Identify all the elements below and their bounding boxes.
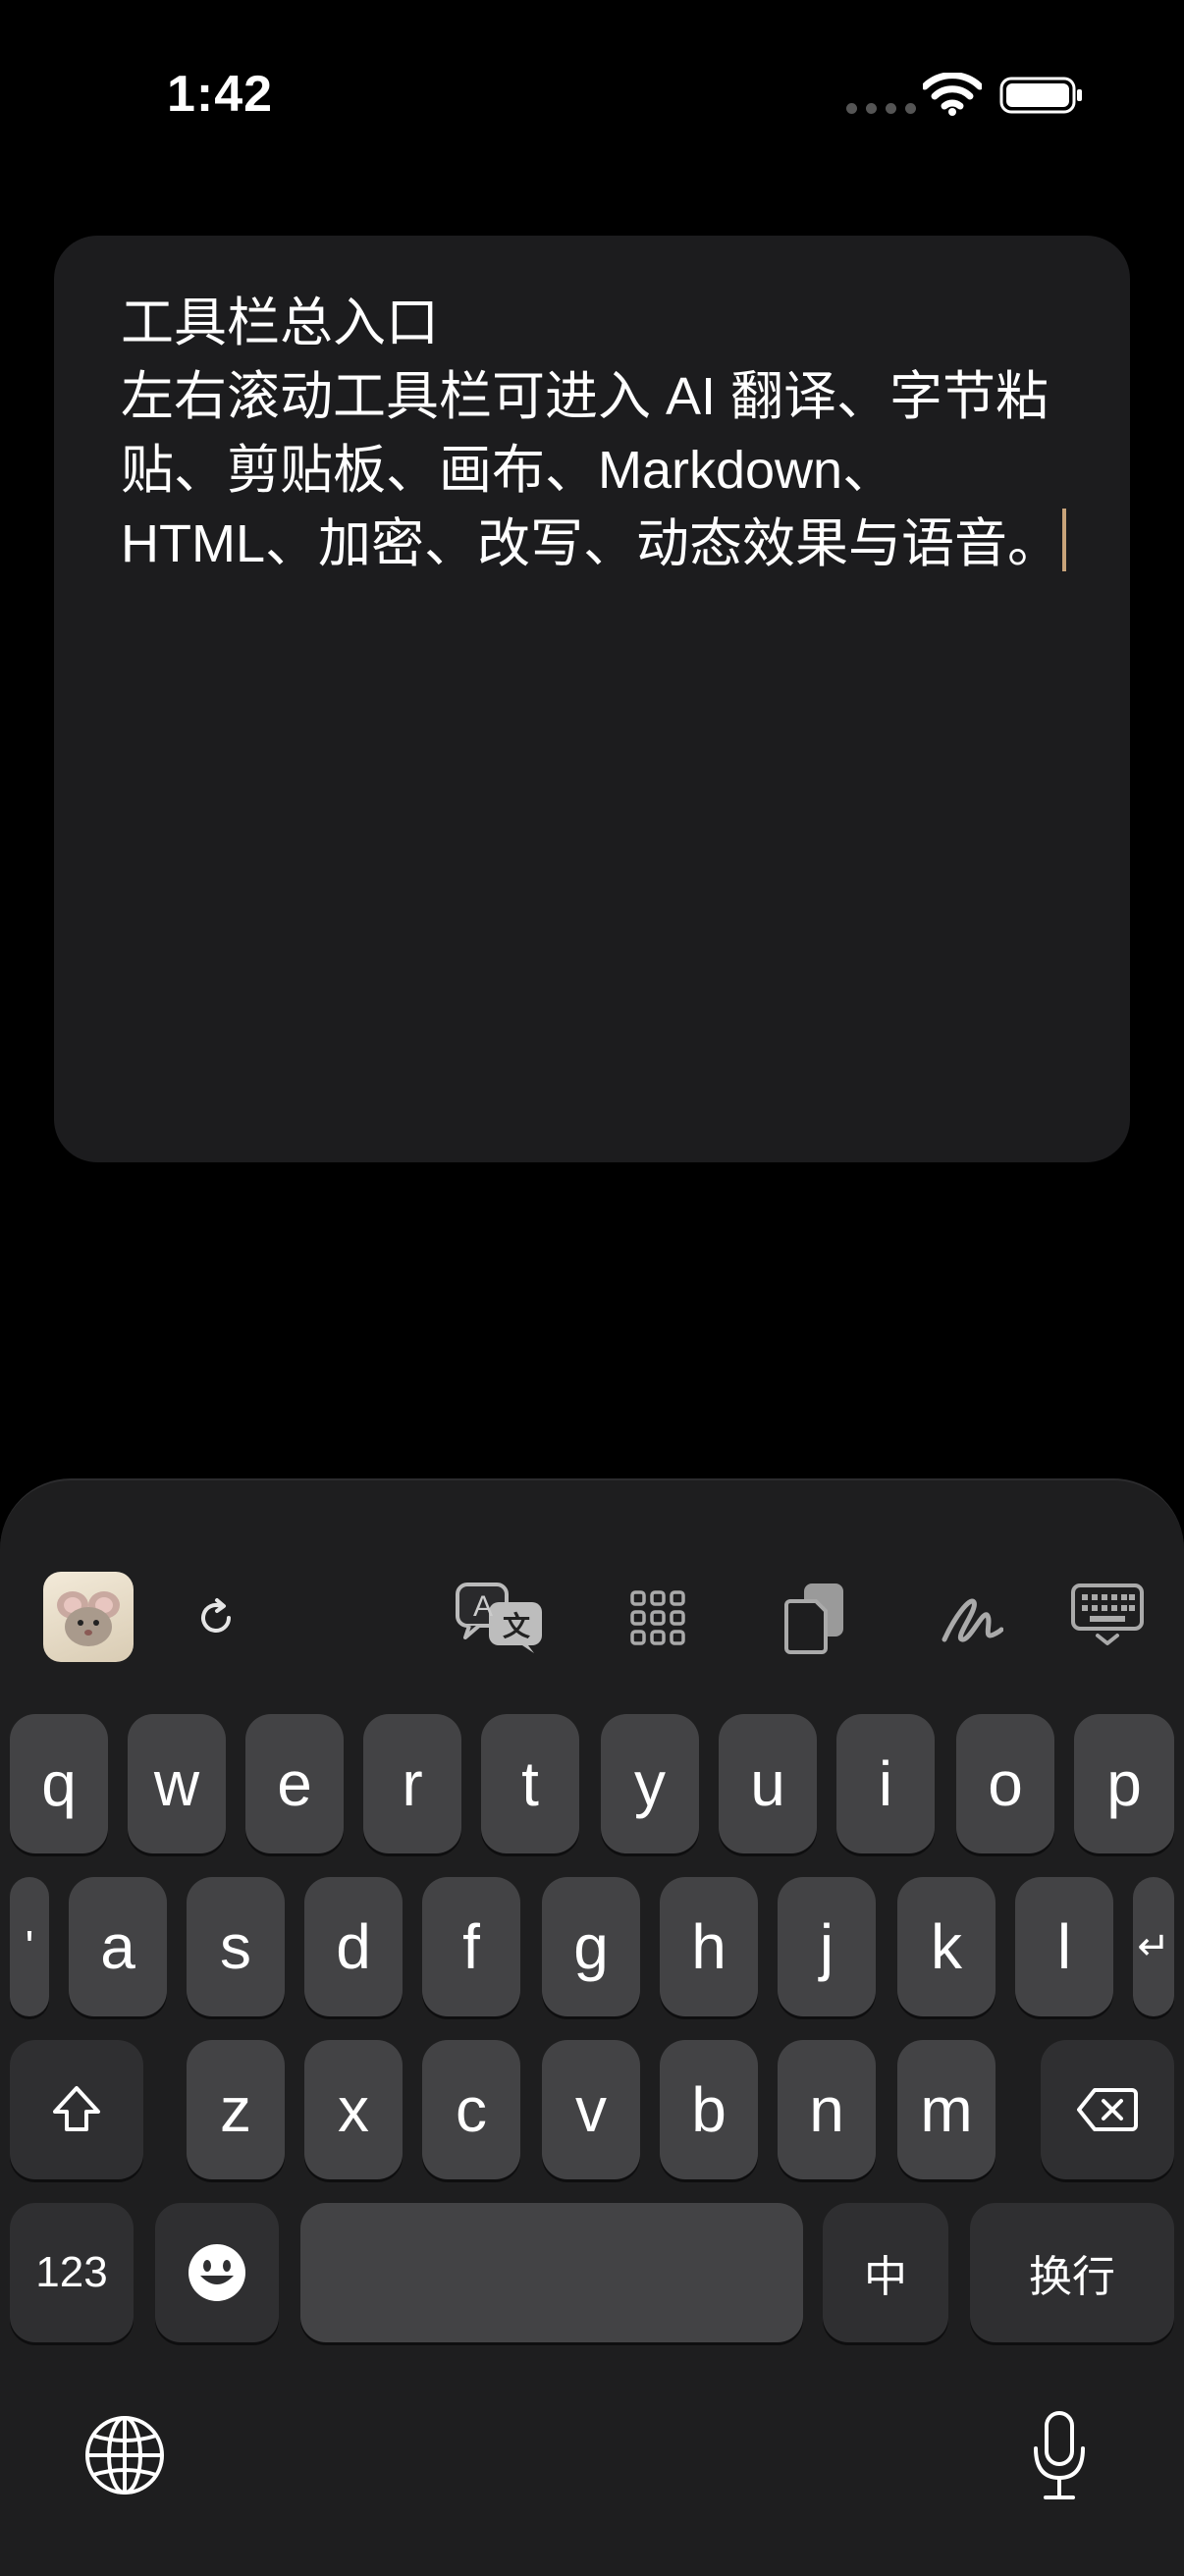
- backspace-icon: [1077, 2088, 1138, 2131]
- key-w[interactable]: w: [128, 1714, 226, 1853]
- key-label: c: [456, 2074, 487, 2145]
- handwriting-icon[interactable]: [941, 1588, 1003, 1651]
- key-g[interactable]: g: [542, 1877, 640, 2016]
- grid-icon[interactable]: [628, 1588, 687, 1647]
- key-t[interactable]: t: [481, 1714, 579, 1853]
- refresh-icon[interactable]: [188, 1590, 243, 1645]
- key-label: p: [1106, 1748, 1142, 1819]
- key-label: d: [336, 1911, 371, 1982]
- key-k[interactable]: k: [897, 1877, 996, 2016]
- key-i[interactable]: i: [836, 1714, 935, 1853]
- key-label: l: [1056, 1911, 1072, 1982]
- key-r[interactable]: r: [363, 1714, 461, 1853]
- wifi-icon: [923, 73, 982, 116]
- key-apostrophe[interactable]: ': [10, 1877, 49, 2016]
- key-j[interactable]: j: [778, 1877, 876, 2016]
- key-label: ': [25, 1921, 34, 1972]
- text-caret: [1062, 509, 1066, 571]
- key-label: i: [878, 1748, 893, 1819]
- key-label: s: [220, 1911, 251, 1982]
- key-x[interactable]: x: [304, 2040, 403, 2179]
- key-label: q: [41, 1748, 77, 1819]
- key-c[interactable]: c: [422, 2040, 520, 2179]
- key-m[interactable]: m: [897, 2040, 996, 2179]
- key-label: y: [634, 1748, 666, 1819]
- keyboard-dismiss-icon[interactable]: [1070, 1583, 1145, 1647]
- text-editor[interactable]: 工具栏总入口 左右滚动工具栏可进入 AI 翻译、字节粘贴、剪贴板、画布、Mark…: [54, 236, 1130, 1162]
- cellular-signal-icon: [846, 103, 916, 114]
- key-o[interactable]: o: [956, 1714, 1054, 1853]
- delete-key[interactable]: [1041, 2040, 1174, 2179]
- key-label: z: [220, 2074, 251, 2145]
- numbers-key[interactable]: 123: [10, 2203, 134, 2342]
- globe-icon[interactable]: [82, 2413, 167, 2497]
- key-label: o: [988, 1748, 1023, 1819]
- space-bar[interactable]: [300, 2203, 803, 2342]
- key-label: k: [931, 1911, 962, 1982]
- key-h[interactable]: h: [660, 1877, 758, 2016]
- key-e[interactable]: e: [245, 1714, 344, 1853]
- key-label: g: [573, 1911, 609, 1982]
- key-label: t: [521, 1748, 539, 1819]
- key-label: a: [100, 1911, 135, 1982]
- microphone-icon[interactable]: [1017, 2407, 1102, 2505]
- key-s[interactable]: s: [187, 1877, 285, 2016]
- key-l[interactable]: l: [1015, 1877, 1113, 2016]
- key-label: w: [153, 1748, 200, 1819]
- key-label: 中: [864, 2253, 907, 2301]
- key-b[interactable]: b: [660, 2040, 758, 2179]
- key-z[interactable]: z: [187, 2040, 285, 2179]
- key-newline[interactable]: ↵: [1133, 1877, 1174, 2016]
- key-label: v: [575, 2074, 607, 2145]
- emoji-icon: [188, 2244, 245, 2301]
- key-label: e: [277, 1748, 312, 1819]
- key-label: b: [691, 2074, 727, 2145]
- key-label: m: [920, 2074, 973, 2145]
- app-avatar-icon[interactable]: [43, 1572, 134, 1662]
- language-key[interactable]: 中: [823, 2203, 948, 2342]
- translate-icon[interactable]: A 文: [454, 1579, 548, 1657]
- editor-text: 工具栏总入口 左右滚动工具栏可进入 AI 翻译、字节粘贴、剪贴板、画布、Mark…: [121, 294, 1060, 573]
- key-y[interactable]: y: [601, 1714, 699, 1853]
- editor-content[interactable]: 工具栏总入口 左右滚动工具栏可进入 AI 翻译、字节粘贴、剪贴板、画布、Mark…: [121, 287, 1093, 581]
- key-q[interactable]: q: [10, 1714, 108, 1853]
- key-label: h: [691, 1911, 727, 1982]
- shift-key[interactable]: [10, 2040, 143, 2179]
- return-key[interactable]: 换行: [970, 2203, 1174, 2342]
- translate-glyph-wen: 文: [503, 1610, 530, 1642]
- key-label: r: [402, 1748, 423, 1819]
- key-a[interactable]: a: [69, 1877, 167, 2016]
- keyboard-panel: [0, 1478, 1184, 2576]
- key-u[interactable]: u: [719, 1714, 817, 1853]
- status-time: 1:42: [167, 66, 274, 123]
- key-label: x: [338, 2074, 369, 2145]
- battery-icon: [999, 77, 1082, 114]
- key-label: f: [462, 1911, 480, 1982]
- shift-icon: [53, 2086, 100, 2131]
- key-v[interactable]: v: [542, 2040, 640, 2179]
- key-label: j: [819, 1911, 834, 1982]
- key-p[interactable]: p: [1074, 1714, 1174, 1853]
- clipboard-icon[interactable]: [783, 1581, 848, 1655]
- key-label: u: [750, 1748, 785, 1819]
- key-f[interactable]: f: [422, 1877, 520, 2016]
- key-n[interactable]: n: [778, 2040, 876, 2179]
- key-label: 换行: [1029, 2253, 1115, 2301]
- emoji-key[interactable]: [155, 2203, 279, 2342]
- key-label: ↵: [1137, 1925, 1170, 1968]
- key-label: 123: [35, 2248, 108, 2296]
- key-label: n: [809, 2074, 844, 2145]
- key-d[interactable]: d: [304, 1877, 403, 2016]
- translate-glyph-a: A: [473, 1590, 493, 1623]
